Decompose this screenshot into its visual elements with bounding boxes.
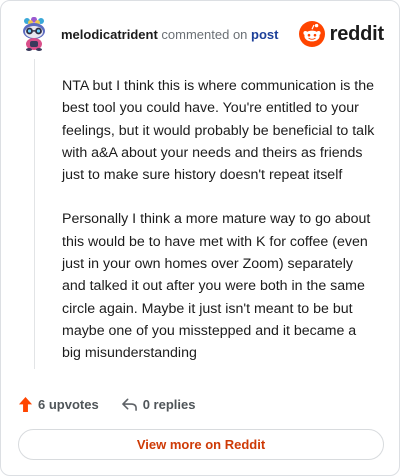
reddit-brand[interactable]: reddit bbox=[298, 21, 385, 47]
view-more-on-reddit-button[interactable]: View more on Reddit bbox=[18, 429, 384, 460]
byline: melodicatrident commented on post bbox=[61, 27, 279, 42]
comment-paragraph: NTA but I think this is where communicat… bbox=[62, 78, 375, 184]
reddit-logo-icon bbox=[298, 21, 325, 47]
username-link[interactable]: melodicatrident bbox=[61, 27, 158, 42]
comment-actions: 6 upvotes 0 replies bbox=[18, 393, 195, 415]
comment-body: NTA but I think this is where communicat… bbox=[62, 75, 377, 387]
upvote-arrow-icon bbox=[18, 396, 33, 412]
reddit-wordmark: reddit bbox=[329, 22, 385, 45]
commented-on-label: commented on bbox=[161, 27, 248, 42]
reply-button[interactable]: 0 replies bbox=[121, 396, 196, 412]
thread-line bbox=[34, 59, 35, 369]
upvote-count: 6 upvotes bbox=[38, 396, 99, 412]
snoo-avatar-icon[interactable] bbox=[18, 17, 50, 51]
post-link[interactable]: post bbox=[251, 27, 278, 42]
embedded-comment-card: melodicatrident commented on post reddit… bbox=[0, 0, 400, 476]
reply-count: 0 replies bbox=[142, 396, 196, 412]
comment-header: melodicatrident commented on post reddit bbox=[18, 17, 384, 51]
comment-paragraph: Personally I think a more mature way to … bbox=[62, 211, 371, 362]
reply-arrow-icon bbox=[121, 398, 137, 411]
upvote-button[interactable]: 6 upvotes bbox=[18, 396, 99, 413]
